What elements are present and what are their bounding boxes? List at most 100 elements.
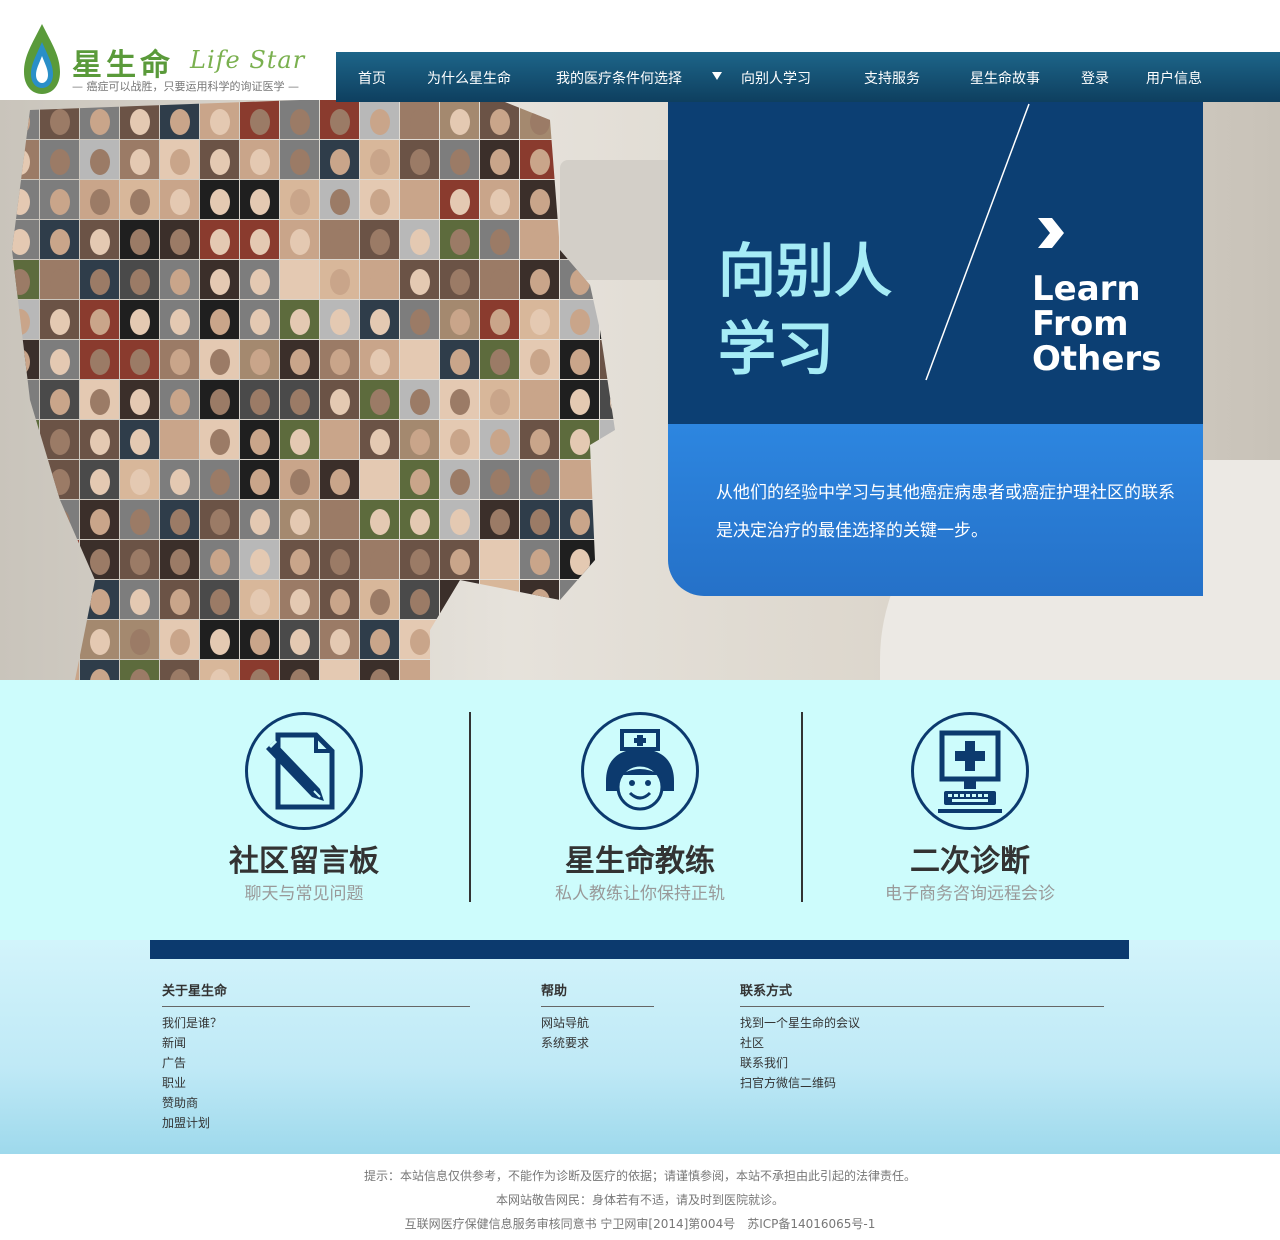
mosaic-tile	[12, 660, 39, 680]
mosaic-face	[610, 109, 615, 135]
mosaic-face	[130, 629, 150, 655]
footer-link[interactable]: 新闻	[162, 1033, 470, 1053]
mosaic-tile	[12, 140, 39, 179]
mosaic-face	[410, 349, 430, 375]
mosaic-tile	[12, 300, 39, 339]
mosaic-face	[330, 549, 350, 575]
hero-card-description: 从他们的经验中学习与其他癌症病患者或癌症护理社区的联系是决定治疗的最佳选择的关键…	[668, 424, 1203, 596]
site-logo[interactable]: 星生命 Life Star — 癌症可以战胜，只要运用科学的询证医学 —	[0, 0, 336, 100]
mosaic-face	[250, 429, 270, 455]
footer-link[interactable]: 我们是谁？	[162, 1013, 470, 1033]
mosaic-face	[50, 229, 70, 255]
mosaic-face	[610, 629, 615, 655]
footer-link[interactable]: 赞助商	[162, 1093, 470, 1113]
mosaic-face	[570, 229, 590, 255]
mosaic-face	[170, 109, 190, 135]
mosaic-face	[90, 549, 110, 575]
mosaic-face	[130, 469, 150, 495]
mosaic-face	[410, 589, 430, 615]
mosaic-tile	[480, 660, 519, 680]
mosaic-face	[370, 309, 390, 335]
mosaic-face	[90, 509, 110, 535]
hero-title-en-line: Others	[1032, 339, 1162, 379]
diagonal-divider	[925, 103, 1030, 381]
mosaic-tile	[600, 300, 615, 339]
mosaic-face	[50, 549, 70, 575]
feature-subtitle: 私人教练让你保持正轨	[555, 884, 725, 904]
mosaic-face	[490, 389, 510, 415]
mosaic-face	[410, 109, 430, 135]
mosaic-face	[610, 509, 615, 535]
mosaic-face	[370, 549, 390, 575]
mosaic-face	[370, 269, 390, 295]
nav-medical-choice[interactable]: 我的医疗条件何选择	[556, 68, 682, 88]
mosaic-face	[50, 109, 70, 135]
mosaic-face	[610, 269, 615, 295]
mosaic-face	[250, 109, 270, 135]
footer-link[interactable]: 加盟计划	[162, 1113, 470, 1133]
mosaic-face	[370, 349, 390, 375]
feature-subtitle: 电子商务咨询远程会诊	[885, 884, 1055, 904]
mosaic-face	[290, 549, 310, 575]
footer-link[interactable]: 扫官方微信二维码	[740, 1073, 1104, 1093]
nav-learn-from-others[interactable]: 向别人学习	[741, 68, 811, 88]
feature-lifestar-coach[interactable]: 星生命教练 私人教练让你保持正轨	[490, 712, 790, 908]
mosaic-tile	[40, 580, 79, 619]
footer-link[interactable]: 职业	[162, 1073, 470, 1093]
computer-medical-icon	[938, 730, 1002, 813]
nav-support[interactable]: 支持服务	[864, 68, 920, 88]
mosaic-face	[330, 349, 350, 375]
mosaic-face	[12, 509, 30, 535]
mosaic-face	[250, 389, 270, 415]
mosaic-face	[450, 229, 470, 255]
footer-link[interactable]: 网站导航	[541, 1013, 654, 1033]
feature-second-opinion[interactable]: 二次诊断 电子商务咨询远程会诊	[820, 712, 1120, 908]
mosaic-face	[130, 389, 150, 415]
mosaic-face	[170, 229, 190, 255]
nav-stories[interactable]: 星生命故事	[970, 68, 1040, 88]
footer-link[interactable]: 广告	[162, 1053, 470, 1073]
mosaic-face	[330, 269, 350, 295]
nav-login[interactable]: 登录	[1081, 68, 1109, 88]
mosaic-face	[50, 309, 70, 335]
mosaic-face	[290, 149, 310, 175]
mosaic-face	[530, 149, 550, 175]
mosaic-tile	[520, 620, 559, 659]
mosaic-face	[490, 469, 510, 495]
feature-community-board[interactable]: 社区留言板 聊天与常见问题	[154, 712, 454, 908]
mosaic-tile	[40, 660, 79, 680]
footer-links: 关于星生命 我们是谁？ 新闻 广告 职业 赞助商 加盟计划 帮助 网站导航 系统…	[0, 940, 1280, 1154]
mosaic-tile	[560, 180, 599, 219]
mosaic-face	[330, 629, 350, 655]
main-nav: 首页 为什么星生命 我的医疗条件何选择 向别人学习 支持服务 星生命故事 登录 …	[336, 52, 1280, 102]
nav-home[interactable]: 首页	[358, 68, 386, 88]
mosaic-face	[290, 269, 310, 295]
footer-link[interactable]: 找到一个星生命的会议	[740, 1013, 1104, 1033]
feature-icon-circle	[245, 712, 363, 830]
mosaic-face	[570, 109, 590, 135]
mosaic-face	[330, 229, 350, 255]
footer-link[interactable]: 联系我们	[740, 1053, 1104, 1073]
mosaic-tile	[12, 340, 39, 379]
mosaic-face	[370, 469, 390, 495]
mosaic-face	[570, 629, 590, 655]
mosaic-face	[370, 389, 390, 415]
caret-down-icon[interactable]	[712, 72, 722, 80]
chevron-right-icon[interactable]	[1034, 216, 1066, 250]
mosaic-face	[450, 269, 470, 295]
mosaic-face	[450, 389, 470, 415]
nav-why-lifestar[interactable]: 为什么星生命	[427, 68, 511, 88]
mosaic-face	[50, 149, 70, 175]
mosaic-face	[130, 309, 150, 335]
footer-link[interactable]: 系统要求	[541, 1033, 654, 1053]
mosaic-face	[12, 149, 30, 175]
nav-user-info[interactable]: 用户信息	[1146, 68, 1202, 88]
footer-link[interactable]: 社区	[740, 1033, 1104, 1053]
mosaic-tile	[600, 660, 615, 680]
mosaic-face	[570, 389, 590, 415]
hero-description: 从他们的经验中学习与其他癌症病患者或癌症护理社区的联系是决定治疗的最佳选择的关键…	[716, 483, 1175, 541]
mosaic-face	[450, 349, 470, 375]
footer-col-heading: 帮助	[541, 984, 654, 1007]
mosaic-face	[90, 309, 110, 335]
mosaic-tile	[560, 220, 599, 259]
